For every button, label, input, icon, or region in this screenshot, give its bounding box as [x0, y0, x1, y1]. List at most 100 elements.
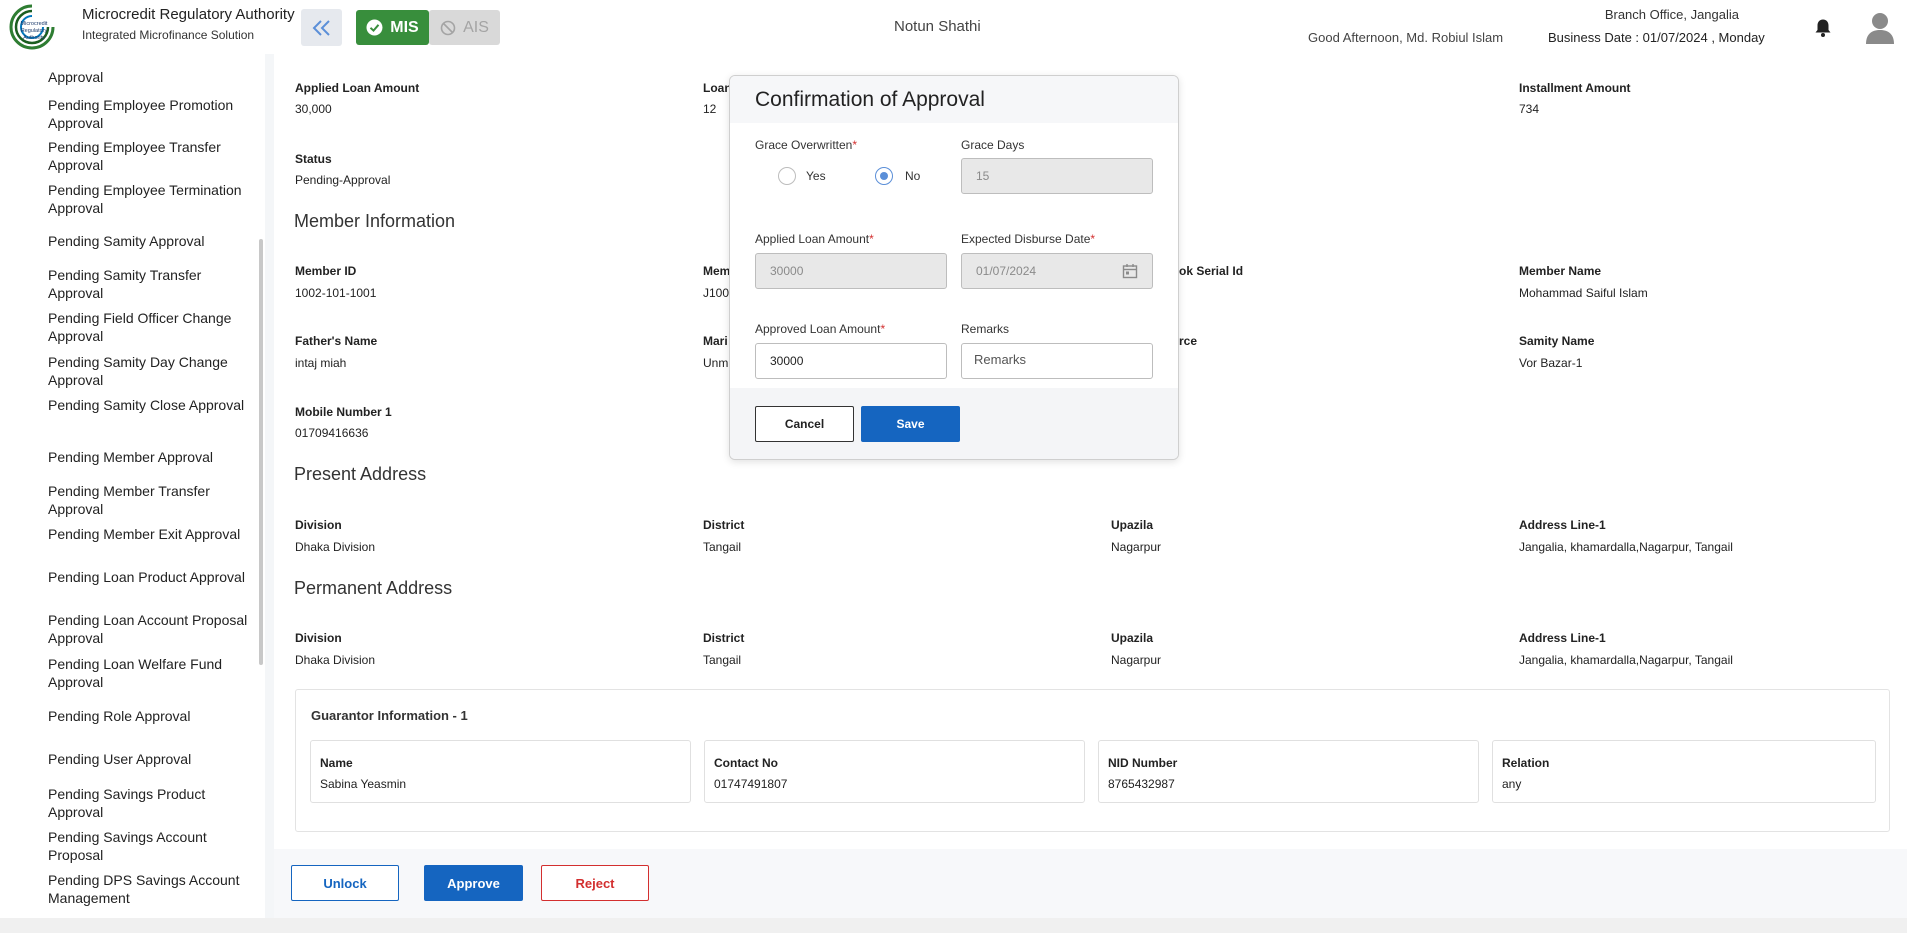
sidebar-item-employee-transfer[interactable]: Pending Employee Transfer Approval: [48, 138, 253, 174]
permanent-address-line-label: Address Line-1: [1519, 631, 1606, 645]
installment-amount-value: 734: [1519, 102, 1540, 116]
sidebar-item-samity-approval[interactable]: Pending Samity Approval: [48, 232, 253, 250]
ais-toggle-button[interactable]: AIS: [429, 10, 500, 45]
brand-subtitle: Integrated Microfinance Solution: [82, 28, 255, 42]
member-name-label: Member Name: [1519, 264, 1602, 278]
guarantor-nid-value: 8765432987: [1108, 777, 1175, 791]
sidebar-item-employee-promotion[interactable]: Pending Employee Promotion Approval: [48, 96, 253, 132]
permanent-upazila-value: Nagarpur: [1111, 653, 1162, 667]
loan-term-label: Loan: [703, 81, 732, 95]
approve-button[interactable]: Approve: [424, 865, 523, 901]
remarks-label: Remarks: [961, 322, 1010, 336]
present-division-value: Dhaka Division: [295, 540, 376, 554]
sidebar-item-samity-transfer[interactable]: Pending Samity Transfer Approval: [48, 266, 253, 302]
grace-no-label: No: [905, 169, 921, 183]
applied-loan-amount-label: Applied Loan Amount: [295, 81, 420, 95]
guarantor-contact-value: 01747491807: [714, 777, 788, 791]
grace-days-field: 15: [961, 158, 1153, 194]
sidebar-item-approval[interactable]: Approval: [48, 68, 253, 86]
bottom-strip: [0, 918, 1907, 933]
guarantor-nid-card: NID Number 8765432987: [1098, 740, 1479, 803]
guarantor-title: Guarantor Information - 1: [311, 708, 468, 723]
date-picker-button[interactable]: [1108, 253, 1153, 289]
sidebar-item-member-transfer[interactable]: Pending Member Transfer Approval: [48, 482, 253, 518]
guarantor-name-value: Sabina Yeasmin: [320, 777, 407, 791]
reject-button[interactable]: Reject: [541, 865, 649, 901]
loan-term-value: 12: [703, 102, 717, 116]
guarantor-name-label: Name: [320, 756, 353, 770]
mis-toggle-button[interactable]: MIS: [356, 10, 429, 45]
applied-loan-amount-value: 30,000: [295, 102, 332, 116]
modal-applied-amount-field: 30000: [755, 253, 947, 289]
expected-disburse-date-field: 01/07/2024: [961, 253, 1109, 289]
status-label: Status: [295, 152, 332, 166]
permanent-division-value: Dhaka Division: [295, 653, 376, 667]
permanent-division-label: Division: [295, 631, 342, 645]
present-address-title: Present Address: [294, 464, 427, 484]
grace-days-label: Grace Days: [961, 138, 1025, 152]
guarantor-relation-card: Relation any: [1492, 740, 1876, 803]
guarantor-contact-label: Contact No: [714, 756, 778, 770]
sidebar-item-field-officer-change[interactable]: Pending Field Officer Change Approval: [48, 309, 253, 345]
sidebar-item-loan-product[interactable]: Pending Loan Product Approval: [48, 568, 253, 586]
grace-yes-radio[interactable]: [778, 167, 796, 185]
ais-label: AIS: [463, 18, 489, 36]
grace-no-radio[interactable]: [875, 167, 893, 185]
remarks-textarea[interactable]: Remarks: [961, 343, 1153, 379]
samity-name-label: Samity Name: [1519, 334, 1595, 348]
member-info-title: Member Information: [294, 211, 456, 231]
samity-name-value: Vor Bazar-1: [1519, 356, 1583, 370]
sidebar-item-loan-welfare-fund[interactable]: Pending Loan Welfare Fund Approval: [48, 655, 253, 691]
check-circle-icon: [366, 19, 383, 36]
branch-name: Branch Office, Jangalia: [1604, 7, 1739, 22]
approved-amount-input[interactable]: 30000: [755, 343, 947, 379]
present-district-label: District: [703, 518, 745, 532]
status-value: Pending-Approval: [295, 173, 391, 187]
guarantor-relation-value: any: [1502, 777, 1522, 791]
sidebar-item-user-approval[interactable]: Pending User Approval: [48, 750, 253, 768]
sidebar-item-member-exit[interactable]: Pending Member Exit Approval: [48, 525, 253, 543]
sidebar-scrollbar[interactable]: [259, 239, 263, 665]
block-icon: [440, 20, 456, 35]
expected-disburse-date-label: Expected Disburse Date*: [961, 232, 1096, 246]
modal-applied-amount-label: Applied Loan Amount*: [755, 232, 874, 246]
user-avatar-icon[interactable]: [1865, 11, 1895, 45]
mobile-number-value: 01709416636: [295, 426, 369, 440]
required-mark: *: [1090, 232, 1096, 246]
marital-status-label: Mari: [703, 334, 728, 348]
approved-amount-label: Approved Loan Amount*: [755, 322, 886, 336]
required-mark: *: [852, 138, 858, 152]
business-date: Business Date : 01/07/2024 , Monday: [1548, 30, 1765, 45]
sidebar-item-employee-termination[interactable]: Pending Employee Termination Approval: [48, 181, 253, 217]
present-upazila-label: Upazila: [1111, 518, 1154, 532]
permanent-district-label: District: [703, 631, 745, 645]
modal-title: Confirmation of Approval: [755, 88, 985, 111]
mobile-number-label: Mobile Number 1: [295, 405, 392, 419]
sidebar-item-samity-close[interactable]: Pending Samity Close Approval: [48, 396, 253, 414]
sidebar-item-savings-product[interactable]: Pending Savings Product Approval: [48, 785, 253, 821]
father-name-value: intaj miah: [295, 356, 347, 370]
member-id-value: 1002-101-1001: [295, 286, 377, 300]
member-id-label: Member ID: [295, 264, 357, 278]
sidebar-item-samity-day-change[interactable]: Pending Samity Day Change Approval: [48, 353, 253, 389]
sidebar: Approval Pending Employee Promotion Appr…: [0, 54, 265, 918]
member-name-value: Mohammad Saiful Islam: [1519, 286, 1648, 300]
father-name-label: Father's Name: [295, 334, 378, 348]
bell-icon[interactable]: [1814, 18, 1832, 38]
permanent-address-line-value: Jangalia, khamardalla,Nagarpur, Tangail: [1519, 653, 1733, 667]
cancel-button[interactable]: Cancel: [755, 406, 854, 442]
sidebar-item-dps-savings[interactable]: Pending DPS Savings Account Management: [48, 871, 253, 907]
sidebar-item-loan-account-proposal[interactable]: Pending Loan Account Proposal Approval: [48, 611, 253, 647]
svg-text:Microcredit: Microcredit: [21, 21, 48, 27]
save-button[interactable]: Save: [861, 406, 960, 442]
guarantor-name-card: Name Sabina Yeasmin: [310, 740, 691, 803]
guarantor-panel: Guarantor Information - 1 Name Sabina Ye…: [295, 689, 1890, 832]
collapse-sidebar-button[interactable]: [301, 9, 342, 46]
sidebar-item-savings-account-proposal[interactable]: Pending Savings Account Proposal: [48, 828, 253, 864]
sidebar-item-member-approval[interactable]: Pending Member Approval: [48, 448, 253, 466]
passbook-serial-label: ok Serial Id: [1179, 264, 1244, 278]
top-header: Microcredit Regulatory Authority Microcr…: [0, 0, 1907, 54]
unlock-button[interactable]: Unlock: [291, 865, 399, 901]
sidebar-item-role-approval[interactable]: Pending Role Approval: [48, 707, 253, 725]
modal-header: Confirmation of Approval: [730, 76, 1178, 123]
